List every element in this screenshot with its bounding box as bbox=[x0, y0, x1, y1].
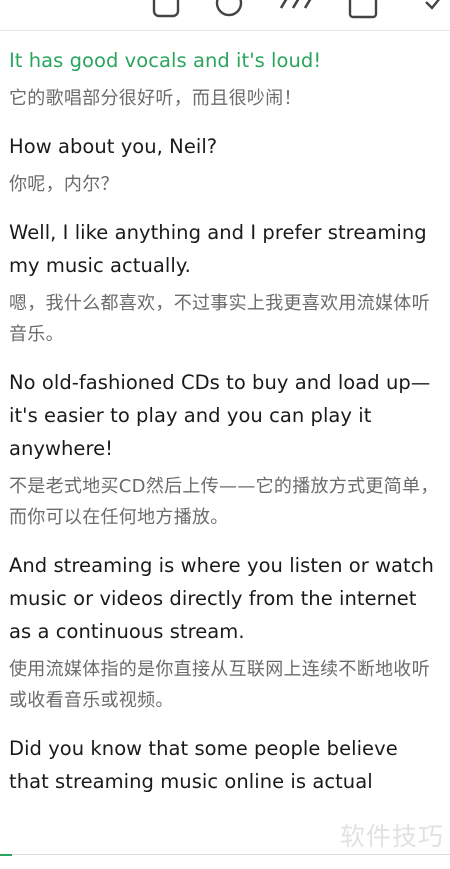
more-icon[interactable] bbox=[418, 0, 448, 22]
divider bbox=[0, 854, 450, 855]
chinese-translation: 嗯，我什么都喜欢，不过事实上我更喜欢用流媒体听音乐。 bbox=[9, 293, 430, 345]
speed-icon[interactable] bbox=[275, 0, 315, 22]
progress-indicator bbox=[0, 854, 12, 856]
english-line: No old-fashioned CDs to buy and load up—… bbox=[9, 371, 431, 460]
english-line: Well, I like anything and I prefer strea… bbox=[9, 221, 427, 277]
transcript-item[interactable]: How about you, Neil? 你呢，内尔？ bbox=[9, 130, 443, 200]
copy-icon[interactable] bbox=[150, 0, 184, 22]
english-line: It has good vocals and it's loud! bbox=[9, 49, 322, 72]
square-icon[interactable] bbox=[346, 0, 380, 22]
english-line: Did you know that some people believe th… bbox=[9, 737, 398, 793]
chinese-translation: 不是老式地买CD然后上传——它的播放方式更简单，而你可以在任何地方播放。 bbox=[9, 476, 439, 528]
chinese-translation: 它的歌唱部分很好听，而且很吵闹！ bbox=[9, 88, 302, 109]
chinese-translation: 你呢，内尔？ bbox=[9, 174, 119, 195]
timer-icon[interactable] bbox=[212, 0, 246, 22]
watermark: 软件技巧 bbox=[339, 822, 444, 851]
chinese-translation: 使用流媒体指的是你直接从互联网上连续不断地收听或收看音乐或视频。 bbox=[9, 659, 430, 711]
english-line: How about you, Neil? bbox=[9, 135, 218, 158]
english-line: And streaming is where you listen or wat… bbox=[9, 554, 434, 643]
top-toolbar bbox=[0, 0, 450, 31]
transcript: It has good vocals and it's loud! 它的歌唱部分… bbox=[9, 44, 443, 814]
transcript-item[interactable]: Did you know that some people believe th… bbox=[9, 732, 443, 798]
transcript-item[interactable]: Well, I like anything and I prefer strea… bbox=[9, 216, 443, 350]
transcript-item[interactable]: No old-fashioned CDs to buy and load up—… bbox=[9, 366, 443, 533]
transcript-item[interactable]: It has good vocals and it's loud! 它的歌唱部分… bbox=[9, 44, 443, 114]
transcript-item[interactable]: And streaming is where you listen or wat… bbox=[9, 549, 443, 716]
